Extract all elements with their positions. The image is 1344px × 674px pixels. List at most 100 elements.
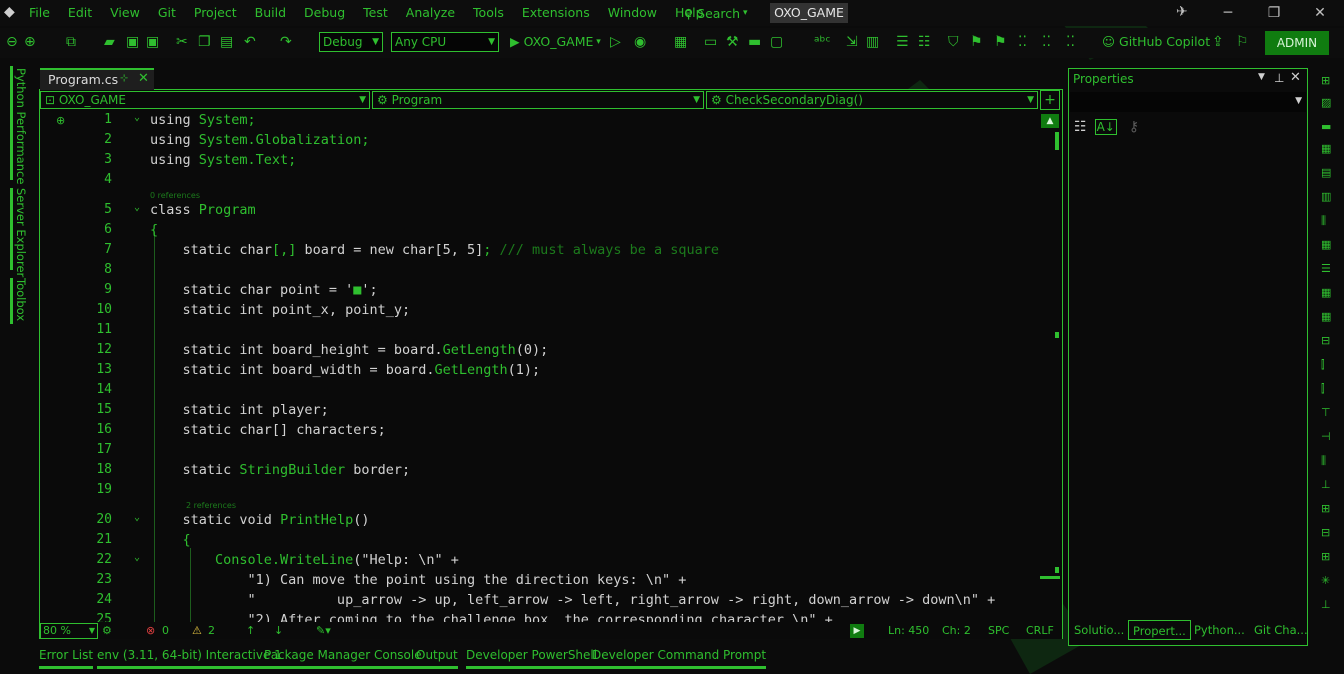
menu-test[interactable]: Test (354, 0, 397, 26)
whitespace-mode[interactable]: SPC (988, 624, 1009, 637)
wrench-icon[interactable]: ⚒ (726, 34, 739, 50)
spellcheck-icon[interactable]: ᵃᵇᶜ (814, 34, 831, 50)
fold-chevron-icon[interactable]: ⌄ (134, 112, 140, 123)
chart-icon[interactable]: ⫿ (1321, 382, 1325, 396)
diagnostics-icon[interactable]: ▨ (1321, 96, 1331, 109)
solution-explorer-icon[interactable]: ▦ (674, 34, 687, 50)
list-icon[interactable]: ▤ (1321, 166, 1331, 179)
tab-developer-command-prompt[interactable]: Developer Command Prompt (592, 648, 767, 669)
copy-icon[interactable]: ❐ (198, 34, 211, 50)
code-line[interactable]: 10 static int point_x, point_y; (40, 302, 1060, 322)
open-folder-icon[interactable]: ▰ (104, 34, 115, 50)
grid-icon[interactable]: ▦ (1321, 310, 1331, 323)
categorized-icon[interactable]: ☷ (1074, 119, 1087, 135)
toolbox-icon[interactable]: ▬ (748, 34, 761, 50)
list-icon[interactable]: ⊞ (1321, 502, 1330, 515)
line-number[interactable]: Ln: 450 (888, 624, 929, 637)
window-icon[interactable]: ▢ (770, 34, 783, 50)
code-line[interactable]: 18 static StringBuilder border; (40, 462, 1060, 482)
tab-properties[interactable]: Propert... (1128, 620, 1191, 640)
admin-badge[interactable]: ADMIN (1265, 31, 1329, 55)
project-dropdown[interactable]: ⊡ OXO_GAME ▼ (40, 91, 370, 109)
browser-link-icon[interactable]: ▭ (704, 34, 717, 50)
live-share-icon[interactable]: ✈ (1176, 4, 1188, 20)
code-line[interactable]: 5 ⌄ class Program (40, 202, 1060, 222)
chart-icon[interactable]: ⫿ (1321, 358, 1325, 372)
code-line[interactable]: 9 static char point = '■'; (40, 282, 1060, 302)
next-issue-icon[interactable]: ↓ (274, 624, 283, 637)
error-icon[interactable]: ⊗ (146, 624, 155, 637)
code-line[interactable]: 14 (40, 382, 1060, 402)
grid-icon[interactable]: ▦ (1321, 286, 1331, 299)
indent-icon[interactable]: ☰ (896, 34, 909, 50)
pin-icon[interactable]: ⊥ (1274, 71, 1284, 85)
format-icon[interactable]: ⁚⁚ (1066, 34, 1075, 50)
new-project-icon[interactable]: ⧉ (66, 34, 76, 50)
zoom-select[interactable]: 80 % ▼ (40, 623, 98, 639)
alphabetical-icon[interactable]: A↓ (1094, 119, 1117, 135)
code-line[interactable]: 13 static int board_width = board.GetLen… (40, 362, 1060, 382)
fold-chevron-icon[interactable]: ⌄ (134, 512, 140, 523)
hot-reload-icon[interactable]: ◉ (634, 34, 646, 50)
error-count[interactable]: 0 (162, 624, 169, 637)
menu-build[interactable]: Build (246, 0, 295, 26)
bookmark-icon[interactable]: ⛉ (948, 34, 959, 50)
forward-icon[interactable]: ⊕ (24, 34, 36, 50)
align-icon[interactable]: ⊟ (1321, 334, 1330, 347)
property-pages-icon[interactable]: ⚷ (1129, 119, 1139, 135)
code-area[interactable]: ⊕ 1 ⌄ using System; 2 using System.Globaliza… (40, 112, 1060, 622)
tab-python-interactive[interactable]: env (3.11, 64-bit) Interactive 1 (97, 648, 282, 669)
tab-package-manager-console[interactable]: Package Manager Console (264, 648, 422, 669)
save-icon[interactable]: ▣ (126, 34, 139, 50)
layout-icon[interactable]: ▥ (866, 34, 879, 50)
menu-view[interactable]: View (101, 0, 149, 26)
code-line[interactable]: 8 (40, 262, 1060, 282)
scroll-right-icon[interactable]: ▶ (850, 624, 864, 638)
code-line[interactable]: 21 { (40, 532, 1060, 552)
code-line[interactable]: 6{ (40, 222, 1060, 242)
layers-icon[interactable]: ☰ (1321, 262, 1331, 275)
tab-toolbox[interactable]: Toolbox (14, 278, 28, 321)
bookmark-prev-icon[interactable]: ⚑ (970, 34, 983, 50)
tab-server-explorer[interactable]: Server Explorer (14, 188, 28, 277)
tab-developer-powershell[interactable]: Developer PowerShell (466, 648, 598, 669)
menu-file[interactable]: File (20, 0, 59, 26)
code-line[interactable]: 24 " up_arrow -> up, left_arrow -> left,… (40, 592, 1060, 612)
config-select[interactable]: Debug ▼ (319, 32, 383, 52)
member-dropdown[interactable]: ⚙ CheckSecondaryDiag() ▼ (706, 91, 1038, 109)
restore-icon[interactable]: ❐ (1250, 0, 1298, 26)
back-icon[interactable]: ⊖ (6, 34, 18, 50)
align-icon[interactable]: ⊤ (1321, 406, 1331, 419)
char-number[interactable]: Ch: 2 (942, 624, 971, 637)
code-line[interactable]: 3 using System.Text; (40, 152, 1060, 172)
codelens-references[interactable]: 2 references (186, 501, 236, 510)
undo-icon[interactable]: ↶ (244, 34, 256, 50)
comment-icon[interactable]: ⁚⁚ (1018, 34, 1027, 50)
list-icon[interactable]: ⊟ (1321, 526, 1330, 539)
menu-git[interactable]: Git (149, 0, 185, 26)
properties-object-select[interactable]: ▼ (1070, 92, 1306, 112)
fold-chevron-icon[interactable]: ⌄ (134, 552, 140, 563)
code-line[interactable]: 17 (40, 442, 1060, 462)
close-icon[interactable]: ✕ (1290, 70, 1301, 85)
tab-program-cs[interactable]: Program.cs ⊹ ✕ (40, 68, 154, 90)
code-line[interactable]: 7 static char[,] board = new char[5, 5];… (40, 242, 1060, 262)
grid-icon[interactable]: ▦ (1321, 238, 1331, 251)
split-icon[interactable]: ⊣ (1321, 430, 1331, 443)
vertical-scrollbar[interactable]: ▲ (1040, 112, 1060, 622)
code-line[interactable]: 4 (40, 172, 1060, 192)
platform-select[interactable]: Any CPU ▼ (391, 32, 499, 52)
run-button[interactable]: ▶ OXO_GAME ▾ (510, 34, 601, 49)
bookmark-next-icon[interactable]: ⚑ (994, 34, 1007, 50)
code-line[interactable]: 19 (40, 482, 1060, 502)
separator-icon[interactable]: ⊥ (1321, 478, 1331, 491)
panel-menu-icon[interactable]: ▼ (1258, 72, 1265, 82)
align-icon[interactable]: ⊥ (1321, 598, 1331, 611)
scroll-up-icon[interactable]: ▲ (1041, 114, 1059, 128)
code-line[interactable]: 20 ⌄ static void PrintHelp() (40, 512, 1060, 532)
share-icon[interactable]: ⇪ (1212, 34, 1224, 50)
split-editor-button[interactable]: + (1040, 90, 1060, 110)
health-icon[interactable]: ⚙ (102, 624, 112, 637)
columns-icon[interactable]: ⫼ (1321, 454, 1326, 468)
menu-tools[interactable]: Tools (464, 0, 513, 26)
